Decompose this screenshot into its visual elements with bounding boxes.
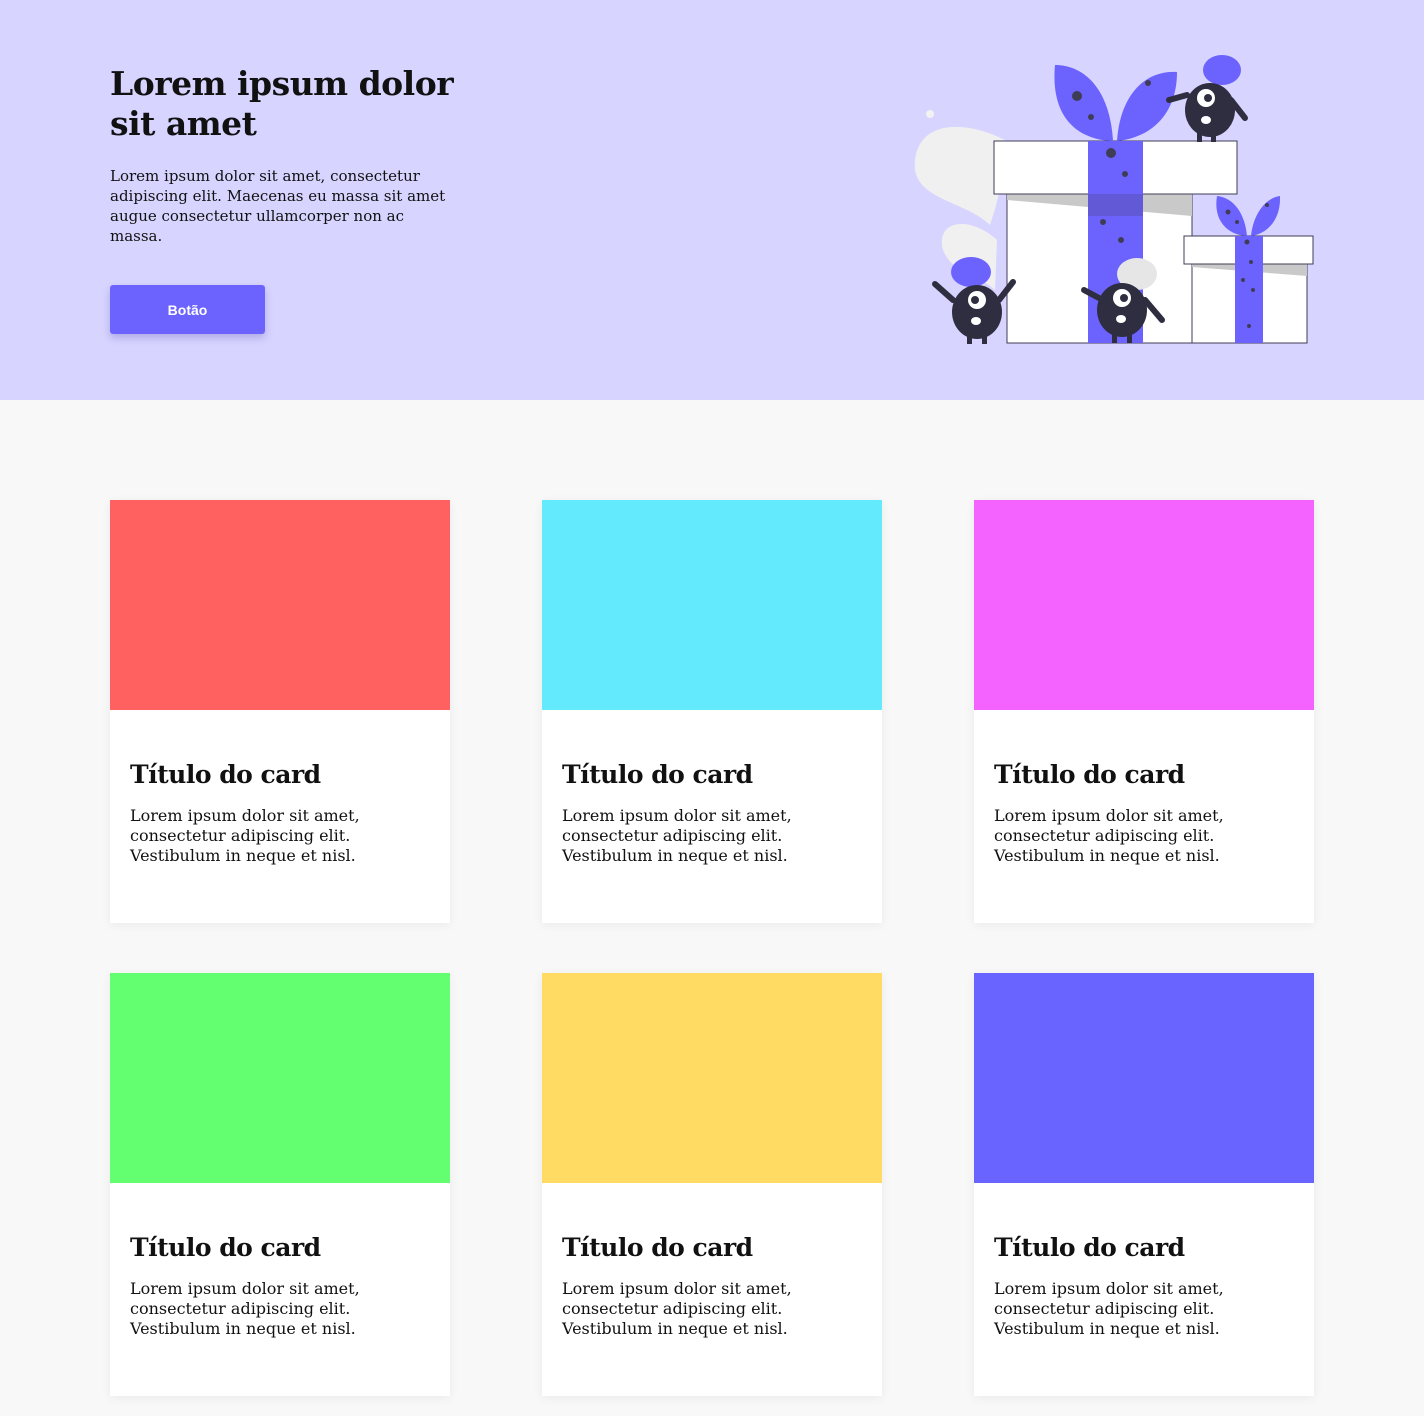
card-title: Título do card	[994, 760, 1185, 789]
hero-section: Lorem ipsum dolor sit amet Lorem ipsum d…	[0, 0, 1424, 400]
card-grid: Título do card Lorem ipsum dolor sit amet…	[110, 500, 1314, 1396]
hero-text: Lorem ipsum dolor sit amet Lorem ipsum d…	[110, 64, 460, 246]
card: Título do card Lorem ipsum dolor sit amet…	[974, 500, 1314, 923]
card-title: Título do card	[562, 1233, 753, 1262]
card-image	[542, 973, 882, 1183]
card-title: Título do card	[130, 760, 321, 789]
card: Título do card Lorem ipsum dolor sit amet…	[110, 500, 450, 923]
card-title: Título do card	[130, 1233, 321, 1262]
card-image	[110, 500, 450, 710]
hero-description: Lorem ipsum dolor sit amet, consectetur …	[110, 167, 446, 245]
card: Título do card Lorem ipsum dolor sit amet…	[974, 973, 1314, 1396]
card-image	[974, 973, 1314, 1183]
card-body: Título do card Lorem ipsum dolor sit amet…	[110, 1183, 450, 1339]
card-body: Título do card Lorem ipsum dolor sit amet…	[542, 1183, 882, 1339]
gift-boxes-illustration	[914, 55, 1314, 344]
card-image	[542, 500, 882, 710]
card-body: Título do card Lorem ipsum dolor sit amet…	[974, 1183, 1314, 1339]
card-text: Lorem ipsum dolor sit amet, consectetur …	[130, 1279, 360, 1338]
card: Título do card Lorem ipsum dolor sit amet…	[542, 973, 882, 1396]
card-image	[110, 973, 450, 1183]
hero-title: Lorem ipsum dolor sit amet	[110, 64, 454, 143]
card-text: Lorem ipsum dolor sit amet, consectetur …	[562, 806, 792, 865]
card-text: Lorem ipsum dolor sit amet, consectetur …	[994, 1279, 1224, 1338]
card-body: Título do card Lorem ipsum dolor sit amet…	[542, 710, 882, 866]
hero-button[interactable]: Botão	[110, 285, 265, 334]
card-text: Lorem ipsum dolor sit amet, consectetur …	[130, 806, 360, 865]
card-text: Lorem ipsum dolor sit amet, consectetur …	[994, 806, 1224, 865]
card: Título do card Lorem ipsum dolor sit amet…	[542, 500, 882, 923]
card-image	[974, 500, 1314, 710]
card-text: Lorem ipsum dolor sit amet, consectetur …	[562, 1279, 792, 1338]
card-body: Título do card Lorem ipsum dolor sit amet…	[110, 710, 450, 866]
card-title: Título do card	[994, 1233, 1185, 1262]
card-body: Título do card Lorem ipsum dolor sit amet…	[974, 710, 1314, 866]
card: Título do card Lorem ipsum dolor sit amet…	[110, 973, 450, 1396]
card-title: Título do card	[562, 760, 753, 789]
